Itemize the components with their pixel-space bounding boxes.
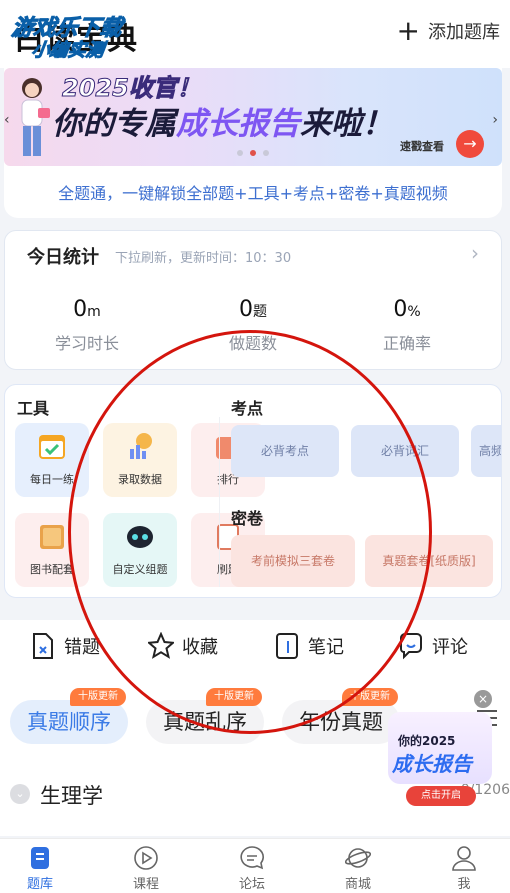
tool-label: 录取数据 bbox=[118, 473, 162, 486]
banner-dot-active[interactable] bbox=[250, 150, 256, 156]
nav-label: 商城 bbox=[344, 877, 371, 892]
update-badge: 十版更新 bbox=[70, 688, 126, 706]
action-notes[interactable]: 笔记 bbox=[274, 632, 344, 660]
quick-action-row: 错题 收藏 笔记 评论 bbox=[0, 620, 510, 676]
promo-unlock-text[interactable]: 全题通，一键解锁全部题+工具+考点+密卷+真题视频 bbox=[4, 180, 502, 204]
tool-book-companion[interactable]: 图书配套 bbox=[15, 513, 89, 587]
promo-open-button[interactable]: 点击开启 bbox=[406, 786, 476, 806]
tools-card: 工具 每日一练 录取数据 排行 图书配套 自定义组题 刷题 考点 必背考点 必背… bbox=[4, 384, 502, 598]
question-bank-icon bbox=[31, 847, 49, 869]
tool-admission-data[interactable]: 录取数据 bbox=[103, 423, 177, 497]
robot-icon bbox=[127, 526, 153, 548]
banner-dot[interactable] bbox=[263, 150, 269, 156]
watermark-overlay: 游戏乐下载 小编实测 bbox=[6, 8, 156, 62]
promo-banner[interactable]: ‹ › 2025收官！ 你的专属成长报告来啦！ 速戳查看 → bbox=[4, 68, 502, 166]
chart-icon bbox=[130, 433, 152, 459]
nav-me[interactable]: 我 bbox=[424, 845, 504, 892]
stat-value: 0 bbox=[393, 297, 408, 322]
calendar-icon bbox=[39, 435, 65, 459]
stat-label: 学习时长 bbox=[54, 334, 119, 353]
action-label: 评论 bbox=[432, 637, 468, 658]
banner-card: ‹ › 2025收官！ 你的专属成长报告来啦！ 速戳查看 → 全题通，一键解锁全… bbox=[4, 68, 502, 218]
star-icon bbox=[148, 632, 174, 659]
section-divider bbox=[219, 417, 220, 587]
action-label: 笔记 bbox=[308, 637, 344, 658]
planet-icon bbox=[345, 848, 371, 868]
point-item[interactable]: 必背词汇 bbox=[351, 425, 459, 477]
tool-label: 图书配套 bbox=[30, 563, 74, 576]
stat-study-time: 0m 学习时长 bbox=[7, 297, 167, 354]
bottom-navigation: 题库 课程 论坛 商城 我 bbox=[0, 838, 510, 893]
banner-dot[interactable] bbox=[237, 150, 243, 156]
stat-unit: 题 bbox=[253, 304, 267, 320]
tools-title: 工具 bbox=[17, 399, 50, 418]
plus-icon: + bbox=[396, 14, 420, 47]
comment-icon bbox=[400, 633, 422, 660]
girl-illustration-icon bbox=[21, 78, 50, 156]
stat-unit: m bbox=[87, 304, 101, 320]
nav-courses[interactable]: 课程 bbox=[106, 845, 186, 892]
banner-prev-icon[interactable]: ‹ bbox=[4, 112, 10, 128]
stat-value: 0 bbox=[239, 297, 253, 322]
paper-item[interactable]: 考前模拟三套卷 bbox=[231, 535, 355, 587]
nav-label: 我 bbox=[457, 877, 471, 892]
chevron-right-icon[interactable]: › bbox=[471, 241, 479, 265]
promo-line2: 成长报告 bbox=[392, 752, 472, 776]
nav-label: 课程 bbox=[132, 877, 159, 892]
update-badge: 十版更新 bbox=[206, 688, 262, 706]
point-item[interactable]: 必背考点 bbox=[231, 425, 339, 477]
wrong-question-icon bbox=[33, 633, 53, 659]
papers-title: 密卷 bbox=[231, 509, 264, 528]
stat-label: 做题数 bbox=[228, 334, 277, 353]
stat-question-count: 0题 做题数 bbox=[173, 297, 333, 354]
promo-line1: 你的2025 bbox=[398, 734, 456, 748]
action-comments[interactable]: 评论 bbox=[398, 632, 468, 660]
top-header: 白读宝典 游戏乐下载 小编实测 + 添加题库 bbox=[0, 0, 510, 68]
tab-sequential[interactable]: 真题顺序 bbox=[10, 700, 128, 744]
action-wrong-questions[interactable]: 错题 bbox=[30, 632, 100, 660]
action-favorites[interactable]: 收藏 bbox=[148, 632, 218, 660]
play-circle-icon bbox=[134, 846, 158, 870]
chevron-down-icon[interactable]: ⌄ bbox=[10, 784, 30, 804]
book-icon bbox=[40, 525, 64, 549]
action-label: 错题 bbox=[64, 637, 100, 658]
nav-label: 题库 bbox=[26, 877, 53, 892]
tool-label: 每日一练 bbox=[30, 473, 74, 486]
tool-label: 自定义组题 bbox=[112, 563, 168, 576]
stats-update-time: 下拉刷新，更新时间：10：30 bbox=[115, 251, 292, 266]
action-label: 收藏 bbox=[182, 637, 218, 658]
watermark-line2: 小编实测 bbox=[30, 40, 106, 62]
banner-accent: 成长报告 bbox=[176, 106, 300, 142]
tool-daily-practice[interactable]: 每日一练 bbox=[15, 423, 89, 497]
notes-icon bbox=[276, 633, 298, 659]
today-stats-card[interactable]: 今日统计 下拉刷新，更新时间：10：30 › 0m 学习时长 0题 做题数 0%… bbox=[4, 230, 502, 370]
user-icon bbox=[452, 846, 476, 871]
floating-report-promo[interactable]: 你的2025 成长报告 点击开启 × bbox=[384, 690, 496, 808]
tool-custom-quiz[interactable]: 自定义组题 bbox=[103, 513, 177, 587]
close-icon[interactable]: × bbox=[474, 690, 492, 708]
point-item[interactable]: 高频 bbox=[471, 425, 501, 477]
banner-prefix: 你的专属 bbox=[52, 106, 176, 142]
tab-random[interactable]: 真题乱序 bbox=[146, 700, 264, 744]
stat-label: 正确率 bbox=[382, 334, 431, 353]
nav-forum[interactable]: 论坛 bbox=[212, 845, 292, 892]
banner-subheadline: 你的专属成长报告来啦！ bbox=[52, 98, 393, 143]
tab-by-year[interactable]: 年份真题 bbox=[282, 700, 400, 744]
stats-title: 今日统计 bbox=[27, 247, 99, 268]
stat-accuracy: 0% 正确率 bbox=[327, 297, 487, 354]
paper-item[interactable]: 真题套卷[纸质版] bbox=[365, 535, 493, 587]
banner-pagination bbox=[4, 150, 502, 156]
add-question-bank-button[interactable]: + 添加题库 bbox=[396, 14, 500, 47]
add-question-bank-label: 添加题库 bbox=[428, 22, 500, 43]
banner-suffix: 来啦！ bbox=[300, 106, 393, 142]
points-title: 考点 bbox=[231, 399, 264, 418]
nav-label: 论坛 bbox=[238, 877, 265, 892]
banner-next-icon[interactable]: › bbox=[492, 112, 498, 128]
stat-unit: % bbox=[407, 304, 421, 320]
nav-question-bank[interactable]: 题库 bbox=[0, 845, 80, 892]
stat-value: 0 bbox=[73, 297, 88, 322]
nav-mall[interactable]: 商城 bbox=[318, 845, 398, 892]
subject-name: 生理学 bbox=[40, 784, 103, 808]
chat-bubble-icon bbox=[240, 846, 264, 870]
